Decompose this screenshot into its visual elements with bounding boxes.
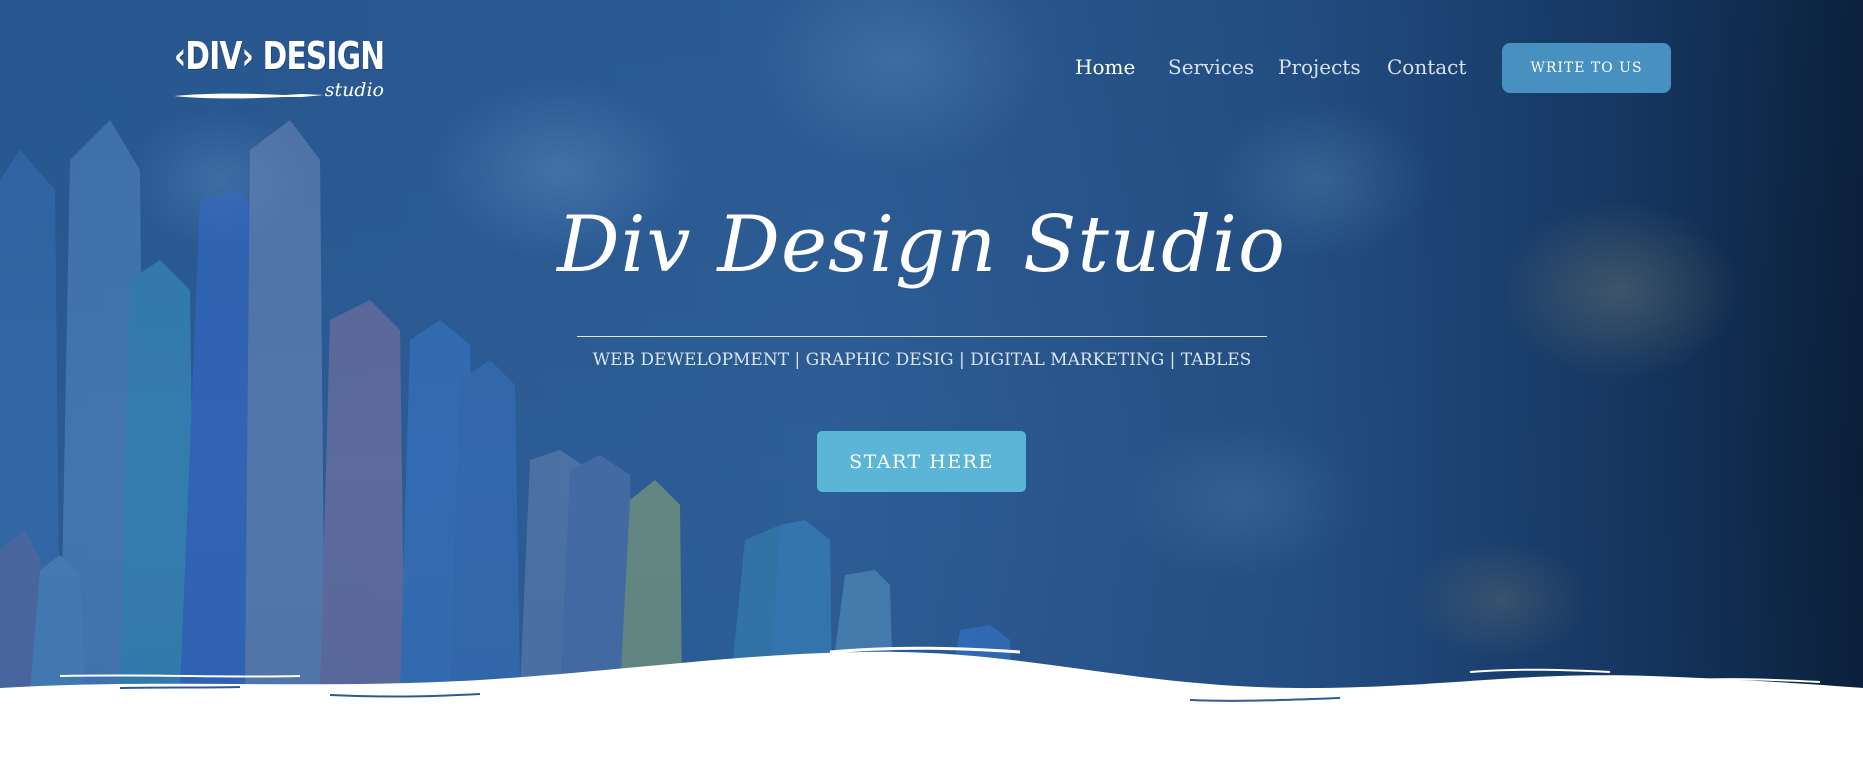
nav-home[interactable]: Home xyxy=(1075,55,1135,79)
write-to-us-button[interactable]: WRITE TO US xyxy=(1502,43,1671,93)
logo[interactable]: ‹DIV› DESIGN studio xyxy=(174,34,385,106)
nav-projects[interactable]: Projects xyxy=(1278,55,1361,79)
brush-wave-divider xyxy=(0,646,1863,778)
hero-services-list: WEB DEWELOPMENT | GRAPHIC DESIG | DIGITA… xyxy=(592,350,1252,370)
logo-subtitle: studio xyxy=(324,79,384,101)
start-here-button[interactable]: START HERE xyxy=(817,431,1026,492)
paintbrush-icon xyxy=(174,93,324,99)
subtitle-divider xyxy=(577,336,1267,337)
hero-background xyxy=(0,0,1863,778)
nav-services[interactable]: Services xyxy=(1168,55,1254,79)
logo-wordmark: ‹DIV› DESIGN xyxy=(174,34,385,78)
main-nav: Home Services Projects Contact xyxy=(1075,55,1466,83)
hero-title: Div Design Studio xyxy=(557,200,1286,290)
nav-contact[interactable]: Contact xyxy=(1387,55,1466,79)
